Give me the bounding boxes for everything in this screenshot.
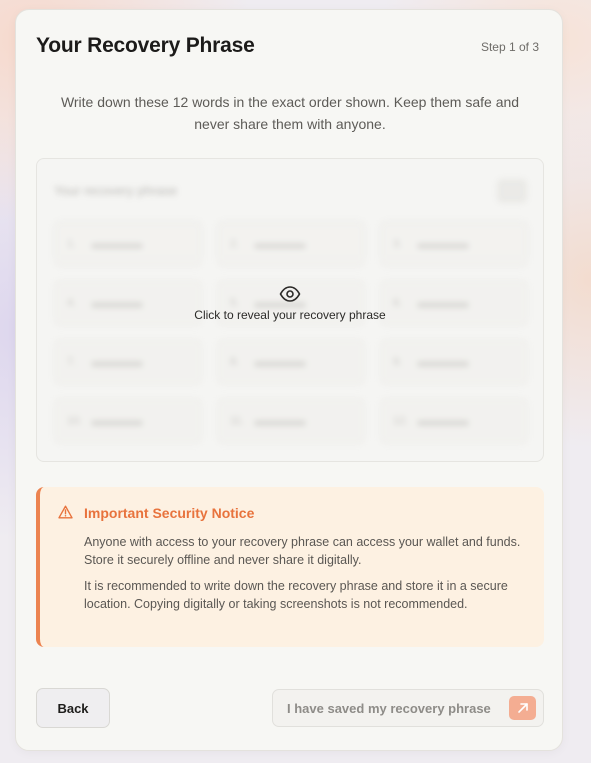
word-cell: 9.	[380, 339, 528, 385]
confirm-saved-button[interactable]: I have saved my recovery phrase	[272, 689, 544, 727]
page-title: Your Recovery Phrase	[36, 34, 255, 57]
copy-icon	[497, 179, 527, 203]
hidden-word	[417, 420, 469, 426]
hidden-word	[417, 243, 469, 249]
recovery-phrase-panel[interactable]: Your recovery phrase 1. 2. 3. 4. 5. 6. 7…	[36, 158, 544, 462]
hidden-word	[254, 243, 306, 249]
word-cell: 3.	[380, 221, 528, 267]
notice-title: Important Security Notice	[84, 505, 255, 521]
hidden-word	[417, 361, 469, 367]
instructions-text: Write down these 12 words in the exact o…	[60, 94, 520, 132]
word-cell: 8.	[217, 339, 365, 385]
eye-icon	[279, 286, 301, 302]
confirm-saved-label: I have saved my recovery phrase	[287, 700, 491, 716]
word-number: 9.	[393, 356, 403, 368]
word-number: 2.	[230, 238, 240, 250]
word-number: 8.	[230, 356, 240, 368]
word-number: 10.	[67, 415, 83, 427]
word-number: 1.	[67, 238, 77, 250]
arrow-up-right-icon	[509, 696, 536, 720]
hidden-word	[254, 361, 306, 367]
reveal-phrase-label: Click to reveal your recovery phrase	[194, 308, 386, 322]
recovery-phrase-card: Your Recovery Phrase Step 1 of 3 Write d…	[15, 9, 563, 751]
hidden-word	[91, 420, 143, 426]
hidden-word	[91, 361, 143, 367]
word-cell: 11.	[217, 398, 365, 444]
security-notice: Important Security Notice Anyone with ac…	[36, 487, 544, 647]
word-cell: 7.	[54, 339, 202, 385]
notice-paragraph: It is recommended to write down the reco…	[84, 579, 508, 611]
notice-paragraph: Anyone with access to your recovery phra…	[84, 535, 521, 567]
word-cell: 1.	[54, 221, 202, 267]
back-button[interactable]: Back	[36, 688, 110, 728]
phrase-label: Your recovery phrase	[54, 183, 178, 198]
word-number: 7.	[67, 356, 77, 368]
word-cell: 12.	[380, 398, 528, 444]
reveal-phrase-button[interactable]: Click to reveal your recovery phrase	[37, 286, 543, 322]
warning-triangle-icon	[58, 505, 73, 519]
hidden-word	[254, 420, 306, 426]
hidden-word	[91, 243, 143, 249]
step-indicator: Step 1 of 3	[480, 40, 539, 54]
word-number: 3.	[393, 238, 403, 250]
word-cell: 2.	[217, 221, 365, 267]
word-number: 12.	[393, 415, 409, 427]
word-cell: 10.	[54, 398, 202, 444]
word-number: 11.	[230, 415, 245, 427]
